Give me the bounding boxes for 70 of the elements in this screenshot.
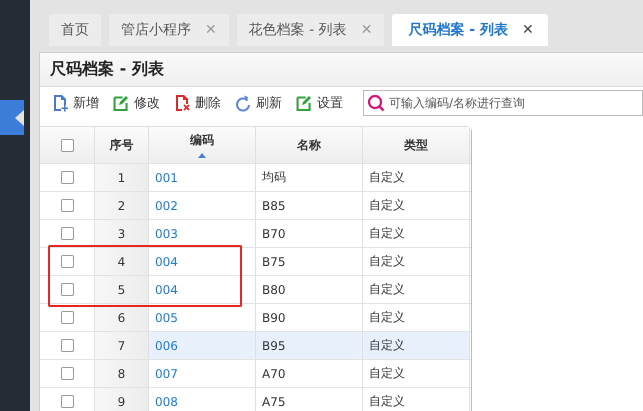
- search-icon: [367, 94, 385, 112]
- row-checkbox[interactable]: [60, 199, 74, 212]
- panel-title: 尺码档案 - 列表: [40, 53, 643, 87]
- table-cell: B75: [256, 248, 363, 275]
- column-header[interactable]: 名称: [256, 127, 363, 163]
- code-cell[interactable]: 004: [149, 248, 256, 275]
- code-cell[interactable]: 006: [149, 332, 256, 359]
- active-menu-marker: [0, 100, 24, 135]
- tab[interactable]: 尺码档案 - 列表 ✕: [392, 14, 548, 46]
- toolbar-button[interactable]: 刷新: [235, 94, 282, 112]
- column-header[interactable]: 编码: [149, 127, 256, 163]
- refresh-icon: [235, 94, 251, 112]
- table-cell: 自定义: [363, 276, 470, 303]
- code-cell[interactable]: 004: [149, 276, 256, 303]
- row-number: 4: [95, 248, 149, 275]
- toolbar-button[interactable]: 设置: [296, 94, 343, 112]
- row-checkbox[interactable]: [60, 311, 74, 324]
- row-checkbox[interactable]: [60, 395, 74, 408]
- code-cell[interactable]: 007: [149, 360, 256, 387]
- table-cell: 自定义: [363, 388, 470, 411]
- row-number: 2: [95, 192, 149, 219]
- table-cell: 自定义: [363, 304, 470, 331]
- toolbar-button[interactable]: 修改: [113, 94, 160, 112]
- row-number: 6: [95, 304, 149, 331]
- code-cell[interactable]: 002: [149, 192, 256, 219]
- new-file-icon: [52, 94, 68, 112]
- row-checkbox[interactable]: [60, 227, 74, 240]
- code-cell[interactable]: 008: [149, 388, 256, 411]
- table-cell: 自定义: [363, 248, 470, 275]
- edit-icon: [296, 94, 312, 112]
- tab[interactable]: 花色档案 - 列表 ✕: [236, 14, 384, 46]
- table-cell: A75: [256, 388, 363, 411]
- table-cell: B95: [256, 332, 363, 359]
- code-cell[interactable]: 003: [149, 220, 256, 247]
- table-cell: 自定义: [363, 164, 470, 191]
- column-header[interactable]: 序号: [95, 127, 149, 163]
- table-cell: 自定义: [363, 360, 470, 387]
- toolbar-button[interactable]: 删除: [174, 94, 221, 112]
- column-header[interactable]: 类型: [363, 127, 470, 163]
- row-checkbox[interactable]: [60, 367, 74, 380]
- row-number: 3: [95, 220, 149, 247]
- table-cell: 自定义: [363, 192, 470, 219]
- row-checkbox[interactable]: [60, 283, 74, 296]
- row-checkbox[interactable]: [60, 171, 74, 184]
- row-number: 7: [95, 332, 149, 359]
- table-cell: A70: [256, 360, 363, 387]
- table-cell: 自定义: [363, 220, 470, 247]
- search-field[interactable]: 可输入编码/名称进行查询: [363, 90, 643, 116]
- toolbar-button[interactable]: 新增: [52, 94, 99, 112]
- close-icon[interactable]: ✕: [522, 22, 534, 38]
- tab[interactable]: 首页: [49, 14, 101, 46]
- code-cell[interactable]: 001: [149, 164, 256, 191]
- tab[interactable]: 管店小程序 ✕: [109, 14, 229, 46]
- row-number: 1: [95, 164, 149, 191]
- table-cell: B90: [256, 304, 363, 331]
- table-cell: 均码: [256, 164, 363, 191]
- delete-file-icon: [174, 94, 190, 112]
- row-number: 9: [95, 388, 149, 411]
- table-cell: B85: [256, 192, 363, 219]
- edit-icon: [113, 94, 129, 112]
- row-number: 8: [95, 360, 149, 387]
- notch-icon: [15, 110, 24, 126]
- table-cell: B80: [256, 276, 363, 303]
- select-all-checkbox[interactable]: [60, 138, 74, 152]
- code-cell[interactable]: 005: [149, 304, 256, 331]
- row-checkbox[interactable]: [60, 255, 74, 268]
- row-checkbox[interactable]: [60, 339, 74, 352]
- row-number: 5: [95, 276, 149, 303]
- table-cell: B70: [256, 220, 363, 247]
- table-cell: 自定义: [363, 332, 470, 359]
